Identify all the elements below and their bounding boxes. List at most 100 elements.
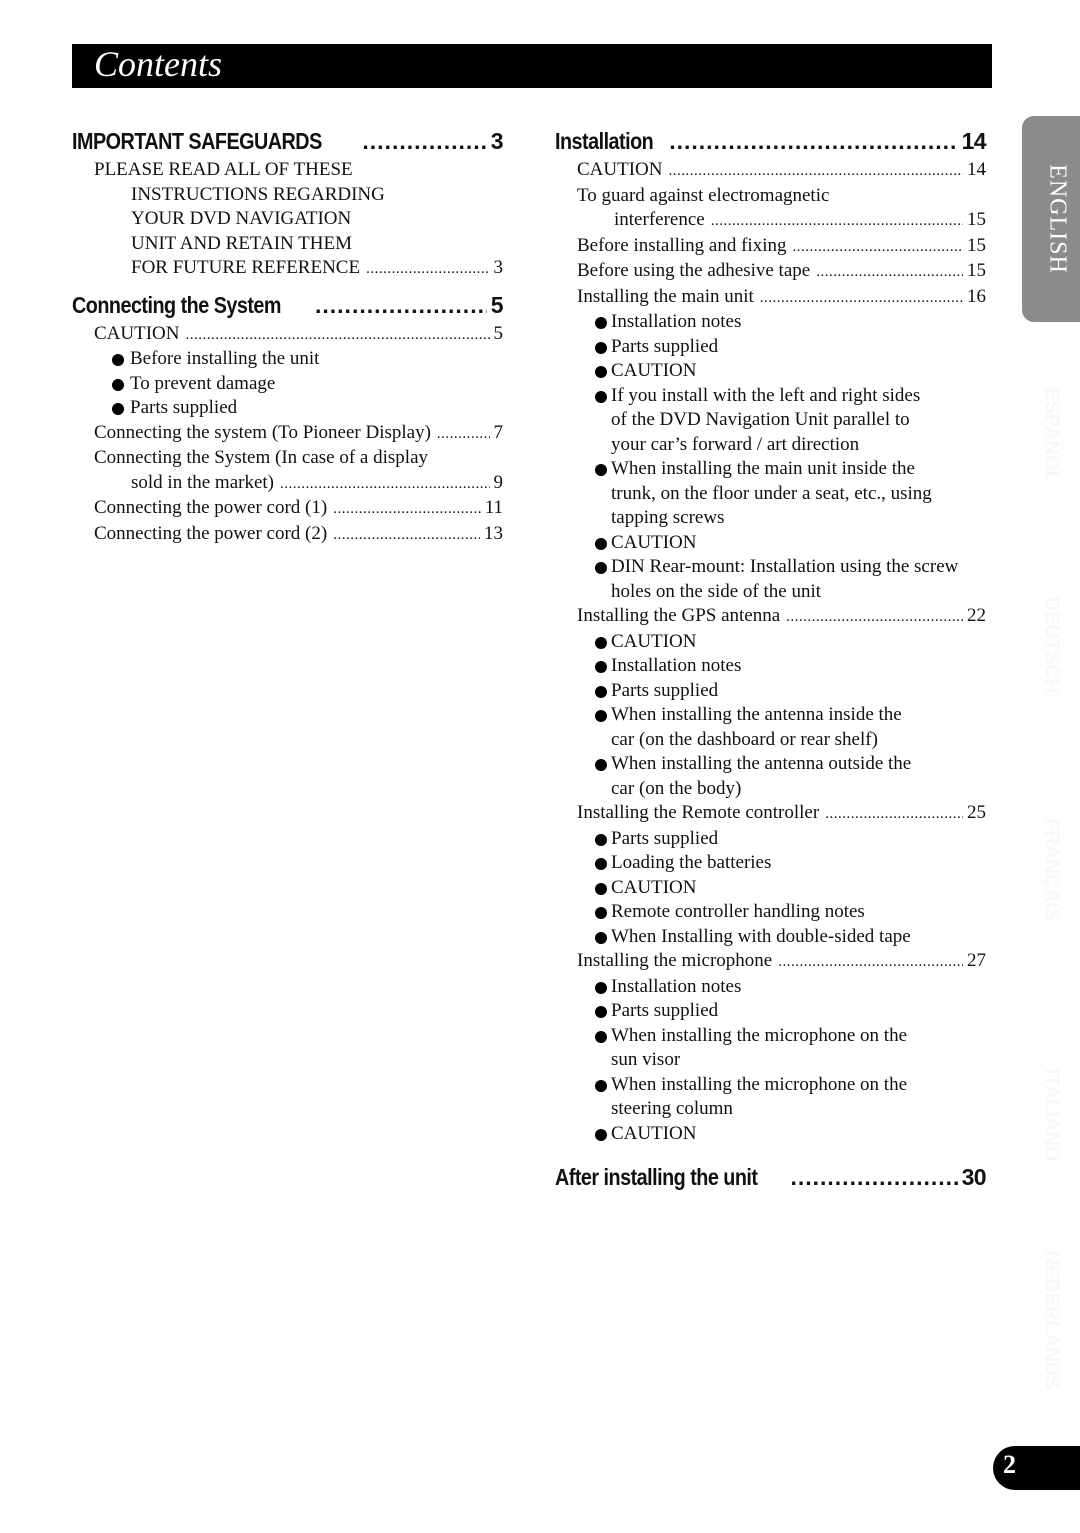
bullet-icon: [595, 710, 607, 722]
page-ref: 22: [967, 605, 986, 626]
toc-entry-pioneer-display[interactable]: Connecting the system (To Pioneer Displa…: [72, 421, 503, 447]
bullet-icon: [595, 537, 607, 550]
toc-line: To guard against electromagnetic: [577, 184, 830, 206]
bullet-text: of the DVD Navigation Unit parallel to: [611, 409, 910, 430]
toc-entry-main-unit[interactable]: Installing the main unit 16: [555, 285, 986, 311]
bullet-icon: [595, 833, 607, 846]
entry-label: Connecting the power cord (1): [94, 497, 328, 518]
bullet-icon: [595, 341, 607, 354]
toc-heading-installation[interactable]: Installation 14: [555, 124, 987, 158]
page-ref: 25: [967, 802, 986, 823]
bullet-icon: [595, 931, 607, 944]
bullet-icon: [595, 1006, 607, 1018]
toc-entry-market-display[interactable]: sold in the market) 9: [72, 471, 503, 497]
page-ref: 14: [967, 159, 986, 180]
toc-bullet: When Installing with double-sided tape: [555, 925, 986, 950]
toc-line: PLEASE READ ALL OF THESE: [94, 159, 353, 180]
microphone-bullets: Installation notes Parts supplied When ins…: [555, 975, 986, 1147]
main-unit-bullets: Installation notes Parts supplied CAUTION I…: [555, 310, 986, 604]
page-number-badge: 2: [993, 1446, 1080, 1490]
leader-dots: [333, 497, 480, 522]
bullet-icon: [595, 464, 607, 476]
toc-entry-adhesive-tape[interactable]: Before using the adhesive tape 15: [555, 259, 986, 285]
toc-line: YOUR DVD NAVIGATION: [131, 208, 352, 229]
page-ref: 16: [967, 285, 986, 307]
toc-bullet: To prevent damage: [72, 372, 503, 397]
toc-left-column: IMPORTANT SAFEGUARDS 3 PLEASE READ ALL O…: [72, 124, 504, 548]
leader-dots: [437, 422, 490, 447]
leader-dots: [669, 159, 964, 184]
toc-bullet: Remote controller handling notes: [555, 900, 986, 925]
toc-entry-interference[interactable]: interference 15: [555, 208, 986, 234]
toc-bullet: CAUTION: [555, 630, 986, 655]
bullet-text: steering column: [611, 1098, 733, 1119]
toc-bullet: CAUTION: [555, 359, 986, 384]
page-ref: 15: [967, 209, 986, 230]
bullet-icon: [595, 317, 607, 329]
leader-dots: [315, 288, 487, 322]
bullet-text: When Installing with double-sided tape: [611, 925, 911, 947]
bullet-text: your car’s forward / art direction: [611, 433, 860, 455]
page-ref: 5: [493, 322, 504, 344]
bullet-text: Parts supplied: [611, 827, 719, 849]
bullet-text: When installing the antenna outside the: [611, 753, 912, 774]
bullet-text: Parts supplied: [611, 335, 719, 357]
leader-dots: [186, 323, 490, 348]
heading-label: Connecting the System: [72, 291, 281, 318]
toc-entry-gps-antenna[interactable]: Installing the GPS antenna 22: [555, 604, 986, 630]
language-tab-english[interactable]: ENGLISH: [1022, 116, 1080, 322]
entry-label: CAUTION: [94, 322, 180, 344]
toc-bullet: When installing the antenna inside the ca…: [555, 703, 986, 752]
language-tab-ghost: NEDERLANDS: [1040, 1250, 1063, 1390]
toc-bullet: CAUTION: [555, 1122, 986, 1147]
entry-label: CAUTION: [577, 159, 663, 180]
toc-bullet: Installation notes: [555, 975, 986, 1000]
bullet-text: sun visor: [611, 1049, 681, 1070]
bullet-text: If you install with the left and right s…: [611, 384, 921, 406]
leader-dots: [790, 1160, 957, 1194]
toc-line: UNIT AND RETAIN THEM: [131, 232, 353, 254]
entry-label: Before using the adhesive tape: [577, 260, 811, 281]
toc-entry-power-cord-1[interactable]: Connecting the power cord (1) 11: [72, 496, 503, 522]
page-ref: 14: [961, 128, 987, 154]
toc-bullet: Parts supplied: [555, 679, 986, 704]
toc-bullet: Before installing the unit: [72, 347, 503, 372]
gps-bullets: CAUTION Installation notes Parts supplied W…: [555, 630, 986, 802]
toc-bullet: If you install with the left and right s…: [555, 384, 986, 458]
bullet-text: car (on the body): [611, 777, 742, 799]
toc-entry-remote-controller[interactable]: Installing the Remote controller 25: [555, 801, 986, 827]
bullet-text: CAUTION: [611, 1122, 697, 1144]
bullet-text: car (on the dashboard or rear shelf): [611, 728, 878, 750]
toc-bullet: Parts supplied: [72, 396, 503, 421]
bullet-icon: [112, 378, 124, 391]
heading-label: IMPORTANT SAFEGUARDS: [72, 128, 322, 154]
toc-bullet: CAUTION: [555, 531, 986, 556]
page-title: Contents: [94, 44, 223, 84]
toc-entry-caution[interactable]: CAUTION 5: [72, 322, 503, 348]
toc-heading-connecting[interactable]: Connecting the System 5: [72, 288, 504, 322]
toc-entry-caution[interactable]: CAUTION 14: [555, 158, 986, 184]
entry-label: Installing the Remote controller: [577, 802, 820, 823]
bullet-text: Parts supplied: [611, 1000, 719, 1021]
toc-entry-power-cord-2[interactable]: Connecting the power cord (2) 13: [72, 522, 503, 548]
toc-entry-microphone[interactable]: Installing the microphone 27: [555, 949, 986, 975]
toc-line: INSTRUCTIONS REGARDING: [131, 183, 385, 205]
toc-entry-future-reference[interactable]: FOR FUTURE REFERENCE 3: [72, 256, 503, 282]
page-ref: 3: [493, 257, 504, 278]
page-ref: 27: [967, 950, 986, 971]
bullet-icon: [595, 685, 607, 698]
bullet-text: Installation notes: [611, 655, 742, 676]
entry-label: Before installing and fixing: [577, 234, 787, 256]
bullet-text: When installing the main unit inside the: [611, 458, 915, 479]
entry-label: interference: [614, 209, 705, 230]
toc-heading-safeguards[interactable]: IMPORTANT SAFEGUARDS 3: [72, 124, 504, 158]
bullet-icon: [595, 1079, 607, 1092]
bullet-text: Installation notes: [611, 975, 742, 997]
toc-heading-after-installing[interactable]: After installing the unit 30: [555, 1160, 987, 1194]
leader-dots: [333, 523, 480, 548]
toc-entry-before-fixing[interactable]: Before installing and fixing 15: [555, 234, 986, 260]
bullet-text: Loading the batteries: [611, 852, 772, 873]
leader-dots: [816, 260, 963, 285]
entry-label: Installing the main unit: [577, 285, 754, 307]
entry-label: Connecting the power cord (2): [94, 522, 328, 544]
